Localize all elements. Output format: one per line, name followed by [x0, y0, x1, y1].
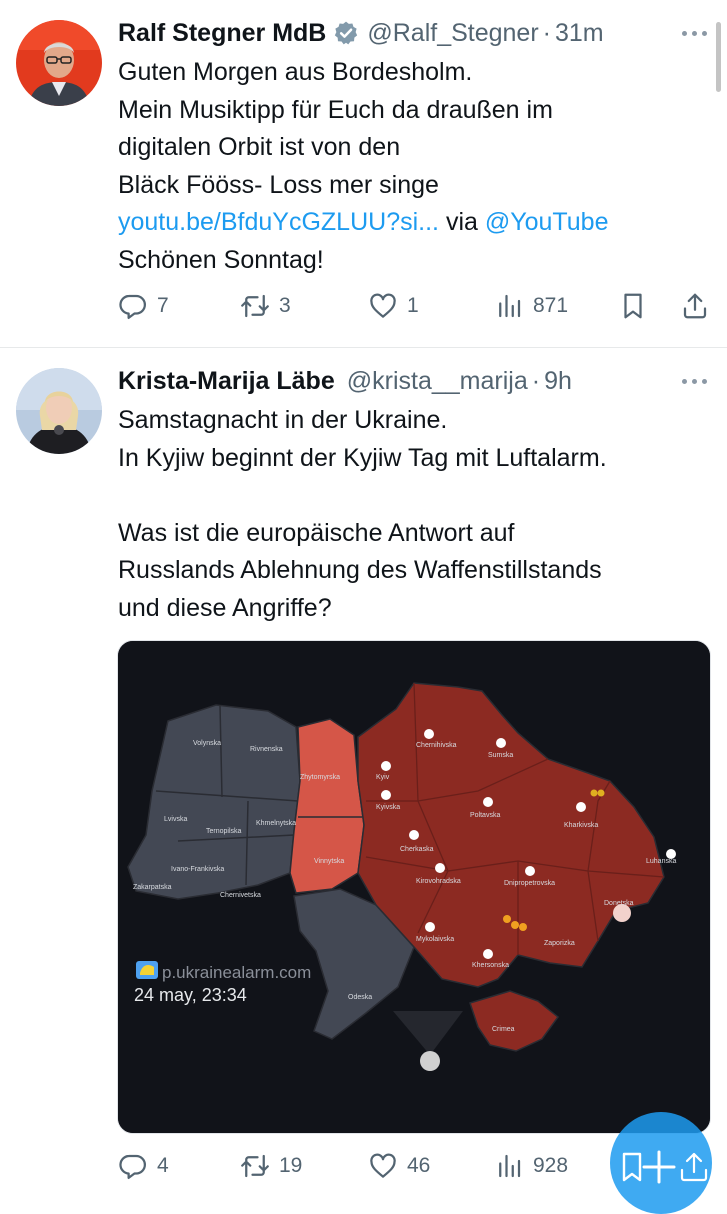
reply-button[interactable]: 7: [118, 286, 169, 326]
region-label: Khersonska: [472, 962, 509, 969]
tweet-text-line: digitalen Orbit ist von den: [118, 133, 401, 161]
bookmark-icon: [622, 1152, 642, 1182]
tweet-text-line: Bläck Fööss- Loss mer singe: [118, 170, 439, 199]
view-count: 928: [533, 1154, 569, 1177]
region-label: Kharkivska: [564, 822, 598, 829]
separator: ·: [542, 18, 551, 47]
tweet-text-line: Schönen Sonntag!: [118, 245, 324, 274]
region-label: Zhytomyrska: [300, 774, 340, 781]
watermark-text: p.ukrainealarm.com: [162, 963, 311, 982]
tweet-text-line: youtu.be/BfduYcGZLUU?si... via @YouTube: [118, 204, 707, 242]
avatar[interactable]: [16, 20, 102, 106]
tweet-text-line: In Kyjiw beginnt der Kyjiw Tag mit Lufta…: [118, 443, 607, 472]
region-label: Kyiv: [376, 774, 390, 781]
region-label: Sumska: [488, 752, 513, 759]
reply-button[interactable]: 4: [118, 1146, 169, 1186]
map-timestamp: 24 may, 23:34: [134, 985, 247, 1005]
tweet-text-line: Russlands Ablehnung des Waffenstillstand…: [118, 556, 602, 584]
tweet-text: Guten Morgen aus Bordesholm. Mein Musikt…: [118, 54, 707, 279]
view-count: 871: [533, 294, 569, 317]
region-label: Dnipropetrovska: [504, 880, 555, 887]
region-label: Cherkaska: [400, 846, 434, 853]
reply-count: 7: [157, 294, 169, 317]
avatar[interactable]: [16, 368, 102, 454]
heart-icon: [370, 293, 396, 318]
region-label: Kyivska: [376, 804, 400, 811]
youtube-mention[interactable]: @YouTube: [485, 208, 609, 236]
author-name[interactable]: Ralf Stegner MdB: [118, 19, 326, 48]
tweet-text-line: Mein Musiktipp für Euch da draußen im: [118, 95, 553, 124]
tweet[interactable]: Krista-Marija Läbe @krista__marija · 9h …: [0, 348, 727, 1200]
region-label: Khmelnytska: [256, 820, 296, 827]
views-button[interactable]: 928: [494, 1146, 568, 1186]
region-label: Luhanska: [646, 858, 676, 865]
like-button[interactable]: 1: [368, 286, 419, 326]
share-button[interactable]: [680, 286, 710, 326]
reply-icon: [119, 294, 146, 319]
author-handle[interactable]: @Ralf_Stegner: [367, 19, 538, 48]
region-label: Kirovohradska: [416, 878, 461, 885]
ukraine-alert-map: Volynska Rivnenska Lvivska Ternopilska K…: [118, 641, 710, 1133]
region-label: Zaporizka: [544, 940, 575, 947]
tweet-text-line: Was ist die europäische Antwort auf: [118, 518, 515, 547]
repost-button[interactable]: 19: [240, 1146, 302, 1186]
like-count: 1: [407, 294, 419, 317]
author-name[interactable]: Krista-Marija Läbe: [118, 367, 335, 396]
alert-map-image[interactable]: Volynska Rivnenska Lvivska Ternopilska K…: [117, 640, 711, 1134]
region-label: Mykolaivska: [416, 936, 454, 943]
repost-button[interactable]: 3: [240, 286, 291, 326]
reply-icon: [119, 1154, 146, 1179]
reply-count: 4: [157, 1154, 169, 1177]
share-icon: [683, 293, 707, 319]
via-text: via: [445, 208, 478, 236]
tweet-text-line: und diese Angriffe?: [118, 593, 332, 622]
region-label: Rivnenska: [250, 746, 283, 753]
author-handle[interactable]: @krista__marija: [347, 367, 528, 396]
partial-region-center-west: [289, 718, 365, 894]
plus-icon: [642, 1150, 676, 1184]
tweet-header: Ralf Stegner MdB @Ralf_Stegner · 31m: [118, 15, 707, 51]
region-label: Chernihivska: [416, 742, 457, 749]
tweet[interactable]: Ralf Stegner MdB @Ralf_Stegner · 31m Gut…: [0, 0, 727, 348]
views-icon: [499, 294, 521, 318]
like-button[interactable]: 46: [368, 1146, 430, 1186]
repost-icon: [241, 294, 269, 318]
like-count: 46: [407, 1154, 431, 1177]
more-options-icon[interactable]: [667, 15, 707, 51]
youtube-link[interactable]: youtu.be/BfduYcGZLUU?si...: [118, 208, 439, 236]
region-label: Odeska: [348, 994, 372, 1001]
region-label: Donetska: [604, 900, 634, 907]
region-label: Lvivska: [164, 816, 187, 823]
region-label: Chernivetska: [220, 892, 261, 899]
bookmark-button[interactable]: [618, 286, 648, 326]
separator: ·: [531, 366, 541, 395]
tweet-actions: 7 3 1 871: [118, 286, 710, 326]
region-label: Vinnytska: [314, 858, 344, 865]
region-label: Ivano-Frankivska: [171, 866, 224, 873]
region-label: Ternopilska: [206, 828, 242, 835]
views-button[interactable]: 871: [494, 286, 568, 326]
region-label: Crimea: [492, 1026, 515, 1033]
verified-badge-icon: [335, 21, 358, 45]
repost-icon: [241, 1154, 269, 1178]
tweet-text-line: Guten Morgen aus Bordesholm.: [118, 58, 473, 86]
tweet-text-line: Samstagnacht in der Ukraine.: [118, 406, 448, 434]
region-label: Zakarpatska: [133, 884, 172, 891]
more-options-icon[interactable]: [667, 363, 707, 399]
repost-count: 3: [279, 294, 291, 317]
heart-icon: [370, 1153, 396, 1178]
timestamp[interactable]: 31m: [555, 19, 604, 48]
timestamp[interactable]: 9h: [544, 367, 572, 396]
repost-count: 19: [279, 1154, 303, 1177]
bookmark-icon: [624, 293, 642, 319]
tweet-text: Samstagnacht in der Ukraine. In Kyjiw be…: [118, 402, 707, 627]
region-label: Volynska: [193, 740, 221, 747]
tweet-header: Krista-Marija Läbe @krista__marija · 9h: [118, 363, 707, 399]
region-label: Poltavska: [470, 812, 500, 819]
tweet-text-blank-line: [118, 477, 707, 515]
share-icon: [680, 1152, 708, 1182]
views-icon: [499, 1154, 521, 1178]
fab-overlay-icons: [618, 1148, 710, 1188]
